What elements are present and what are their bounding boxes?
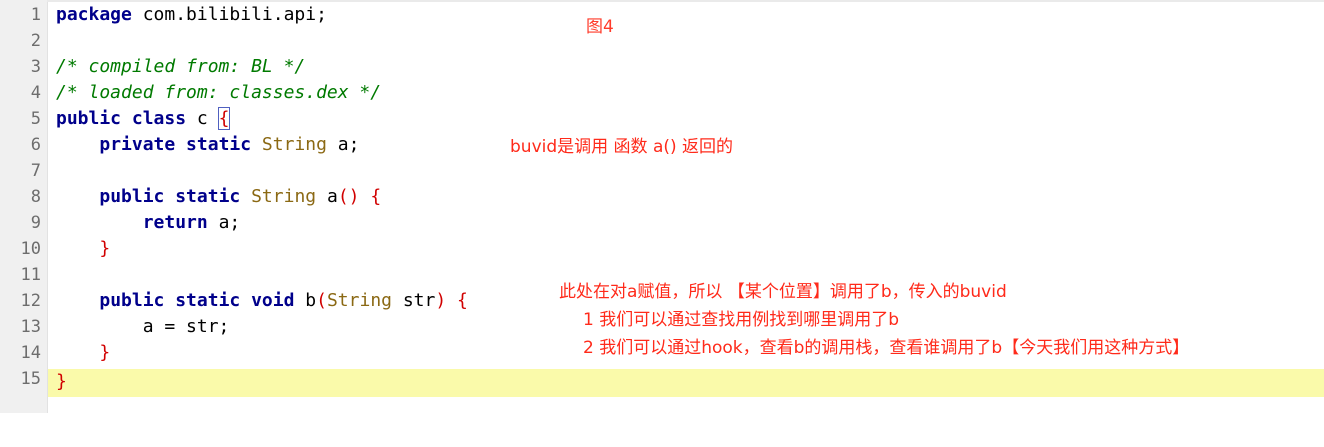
comment: /* compiled from: BL */ [56,56,306,77]
comment: /* loaded from: classes.dex */ [56,82,382,103]
paren-open: ( [316,290,327,311]
brace: { [457,290,468,311]
keyword: private static [99,134,252,155]
type-name: String [261,134,327,155]
keyword: public class [56,108,187,129]
line-number: 10 [20,239,41,259]
class-name: c [186,108,219,129]
keyword: public static [99,186,241,207]
statement: a = str; [142,316,230,337]
line-number: 12 [20,291,41,311]
type-name: String [326,290,392,311]
code-line[interactable]: package com.bilibili.api; [48,2,1324,28]
type-name: String [251,186,317,207]
param-name: str [392,290,436,311]
buvid-annotation: buvid是调用 函数 a() 返回的 [510,137,734,157]
brace: } [99,238,111,259]
figure-label: 图4 [586,17,614,37]
paren-close: ) [435,290,447,311]
code-line[interactable] [48,28,1324,54]
package-name: com.bilibili.api; [131,4,327,25]
matched-brace: { [217,107,231,130]
line-number: 15 [20,369,41,389]
current-line-highlight[interactable]: } [48,369,1324,397]
line-number: 7 [30,161,41,181]
line-number: 6 [30,135,41,155]
brace: } [99,342,111,363]
line-number: 8 [30,187,41,207]
code-line[interactable]: return a; [48,210,1324,236]
method-name: a [316,186,338,207]
brace: { [370,186,382,207]
code-line[interactable]: public class c { [48,106,1324,132]
line-number: 14 [20,343,41,363]
code-line[interactable] [48,158,1324,184]
line-number: 9 [30,213,41,233]
assignment-annotation: 此处在对a赋值，所以 【某个位置】调用了b，传入的buvid [559,282,1007,302]
statement: a; [207,212,241,233]
line-number: 4 [30,83,41,103]
code-line[interactable]: /* compiled from: BL */ [48,54,1324,80]
line-number: 5 [30,109,41,129]
brace: } [56,371,67,392]
code-line[interactable]: } [48,236,1324,262]
keyword: return [142,212,208,233]
line-number: 13 [20,317,41,337]
keyword: package [56,4,132,25]
step-1-annotation: 1 我们可以通过查找用例找到哪里调用了b [583,310,900,330]
field-name: a; [326,134,360,155]
method-name: b [294,290,317,311]
line-number: 1 [30,5,41,25]
code-line[interactable]: /* loaded from: classes.dex */ [48,80,1324,106]
code-line[interactable]: public static String a() { [48,184,1324,210]
step-2-annotation: 2 我们可以通过hook，查看b的调用栈，查看谁调用了b【今天我们用这种方式】 [583,338,1190,358]
line-number: 2 [30,31,41,51]
parentheses: () [337,186,360,207]
line-number: 11 [20,265,41,285]
line-number: 3 [30,57,41,77]
keyword: public static void [99,290,295,311]
